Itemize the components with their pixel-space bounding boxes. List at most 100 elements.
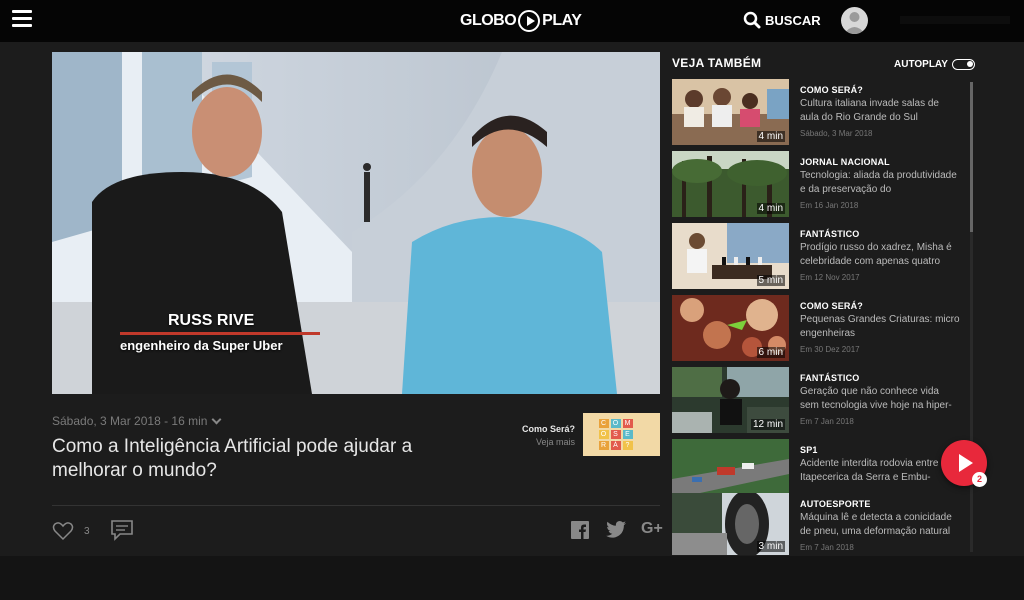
video-thumbnail[interactable]: 6 min bbox=[672, 295, 789, 361]
video-title: Prodígio russo do xadrez, Misha é celebr… bbox=[800, 242, 952, 267]
list-item[interactable]: 4 min COMO SERÁ? Cultura italiana invade… bbox=[672, 79, 967, 145]
video-thumbnail[interactable]: 12 min bbox=[672, 367, 789, 433]
video-title: Como a Inteligência Artificial pode ajud… bbox=[52, 436, 413, 481]
video-title: Tecnologia: aliada da produtividade e da… bbox=[800, 170, 957, 195]
video-duration: 4 min bbox=[756, 131, 785, 142]
video-duration: 3 min bbox=[756, 541, 785, 552]
video-info[interactable]: JORNAL NACIONAL Tecnologia: aliada da pr… bbox=[800, 157, 960, 210]
video-duration: 6 min bbox=[756, 347, 785, 358]
list-item[interactable]: 3 min AUTOESPORTE Máquina lê e detecta a… bbox=[672, 493, 967, 555]
overlay-name: RUSS RIVE bbox=[168, 312, 255, 329]
video-title: Geração que não conhece vida sem tecnolo… bbox=[800, 386, 952, 411]
search-label: BUSCAR bbox=[765, 12, 821, 28]
video-date-duration: Sábado, 3 Mar 2018 - 16 min bbox=[52, 414, 208, 428]
video-title: Pequenas Grandes Criaturas: micro engenh… bbox=[800, 314, 960, 339]
video-duration: 12 min bbox=[750, 419, 785, 430]
video-date: Em 7 Jan 2018 bbox=[800, 543, 854, 552]
heart-icon bbox=[52, 522, 74, 541]
list-item[interactable]: 5 min FANTÁSTICO Prodígio russo do xadre… bbox=[672, 223, 967, 289]
video-program: COMO SERÁ? bbox=[800, 85, 864, 95]
search-icon bbox=[743, 11, 761, 29]
video-program: JORNAL NACIONAL bbox=[800, 157, 890, 167]
avatar[interactable] bbox=[841, 7, 868, 34]
search-button[interactable]: BUSCAR bbox=[743, 11, 821, 29]
top-bar: GLOBO PLAY BUSCAR bbox=[0, 0, 1024, 42]
program-thumb-letter: E bbox=[622, 430, 633, 439]
video-player[interactable]: RUSS RIVE engenheiro da Super Uber bbox=[52, 52, 660, 394]
video-date: Em 7 Jan 2018 bbox=[800, 417, 854, 426]
video-program: SP1 bbox=[800, 445, 818, 455]
share-facebook-button[interactable] bbox=[571, 521, 589, 544]
video-meta[interactable]: Sábado, 3 Mar 2018 - 16 min bbox=[52, 414, 222, 428]
video-program: COMO SERÁ? bbox=[800, 301, 864, 311]
comment-button[interactable] bbox=[110, 519, 134, 546]
program-link[interactable]: Como Será? Veja mais bbox=[500, 424, 575, 447]
list-item[interactable]: 12 min FANTÁSTICO Geração que não conhec… bbox=[672, 367, 967, 433]
video-info[interactable]: COMO SERÁ? Pequenas Grandes Criaturas: m… bbox=[800, 301, 960, 354]
list-item[interactable]: 4 min JORNAL NACIONAL Tecnologia: aliada… bbox=[672, 151, 967, 217]
video-info[interactable]: COMO SERÁ? Cultura italiana invade salas… bbox=[800, 85, 960, 138]
video-info[interactable]: AUTOESPORTE Máquina lê e detecta a conic… bbox=[800, 499, 960, 552]
program-thumbnail[interactable]: C O M O S E R Á ? bbox=[583, 413, 660, 456]
comment-icon bbox=[111, 520, 133, 541]
overlay-divider bbox=[120, 332, 320, 335]
queue-count-badge: 2 bbox=[972, 472, 987, 487]
program-thumb-letter bbox=[635, 430, 645, 439]
video-date: Em 16 Jan 2018 bbox=[800, 201, 859, 210]
program-thumb-letter: S bbox=[610, 430, 621, 439]
autoplay-toggle[interactable]: AUTOPLAY bbox=[894, 59, 975, 70]
logo-globo-text: GLOBO bbox=[460, 12, 517, 29]
share-googleplus-icon[interactable]: G+ bbox=[641, 520, 663, 538]
bottom-bar bbox=[0, 556, 1024, 600]
twitter-icon bbox=[606, 521, 626, 538]
menu-icon[interactable] bbox=[12, 10, 32, 30]
video-thumbnail[interactable]: 4 min bbox=[672, 79, 789, 145]
program-thumb-letter: M bbox=[622, 419, 633, 428]
video-title: Cultura italiana invade salas de aula do… bbox=[800, 98, 939, 123]
video-info[interactable]: FANTÁSTICO Prodígio russo do xadrez, Mis… bbox=[800, 229, 960, 282]
program-thumb-letter: R bbox=[598, 441, 609, 450]
divider bbox=[52, 505, 660, 506]
video-title: Máquina lê e detecta a conicidade de pne… bbox=[800, 512, 952, 537]
program-thumb-letter bbox=[635, 419, 645, 428]
video-info[interactable]: FANTÁSTICO Geração que não conhece vida … bbox=[800, 373, 960, 426]
video-program: FANTÁSTICO bbox=[800, 229, 860, 239]
program-thumb-letter: ? bbox=[622, 441, 633, 450]
user-icon bbox=[844, 12, 865, 34]
video-thumbnail[interactable]: 3 min bbox=[672, 493, 789, 555]
video-title: Acidente interdita rodovia entre Itapece… bbox=[800, 458, 939, 483]
toggle-switch-icon[interactable] bbox=[951, 59, 975, 70]
video-program: AUTOESPORTE bbox=[800, 499, 871, 509]
video-date: Em 12 Nov 2017 bbox=[800, 273, 860, 282]
like-button[interactable]: 3 bbox=[52, 521, 90, 541]
logo-play-text: PLAY bbox=[542, 12, 582, 29]
program-thumb-letter bbox=[635, 441, 645, 450]
video-program: FANTÁSTICO bbox=[800, 373, 860, 383]
overlay-role: engenheiro da Super Uber bbox=[120, 338, 283, 353]
video-duration: 5 min bbox=[756, 275, 785, 286]
chevron-down-icon[interactable] bbox=[211, 414, 222, 424]
video-date: Sábado, 3 Mar 2018 bbox=[800, 129, 873, 138]
facebook-icon bbox=[571, 521, 589, 539]
list-item[interactable]: 6 min COMO SERÁ? Pequenas Grandes Criatu… bbox=[672, 295, 967, 361]
see-also-header: VEJA TAMBÉM bbox=[672, 56, 762, 70]
video-thumbnail[interactable]: 4 min bbox=[672, 151, 789, 217]
globoplay-logo[interactable]: GLOBO PLAY bbox=[460, 10, 582, 32]
share-twitter-button[interactable] bbox=[606, 521, 626, 543]
logo-play-icon bbox=[518, 10, 541, 32]
program-thumb-letter: C bbox=[598, 419, 609, 428]
program-thumb-letter: O bbox=[610, 419, 621, 428]
program-thumb-letter: O bbox=[598, 430, 609, 439]
video-thumbnail[interactable]: 5 min bbox=[672, 223, 789, 289]
username-placeholder[interactable] bbox=[900, 16, 1010, 24]
program-name[interactable]: Como Será? bbox=[500, 424, 575, 434]
program-thumb-letter: Á bbox=[610, 441, 621, 450]
video-duration: 4 min bbox=[756, 203, 785, 214]
video-info[interactable]: SP1 Acidente interdita rodovia entre Ita… bbox=[800, 445, 960, 489]
autoplay-label: AUTOPLAY bbox=[894, 59, 948, 70]
video-lower-third: RUSS RIVE engenheiro da Super Uber bbox=[120, 312, 320, 353]
video-date: Em 30 Dez 2017 bbox=[800, 345, 860, 354]
program-more-link[interactable]: Veja mais bbox=[500, 437, 575, 447]
scrollbar-thumb[interactable] bbox=[970, 82, 973, 232]
like-count: 3 bbox=[84, 525, 90, 537]
